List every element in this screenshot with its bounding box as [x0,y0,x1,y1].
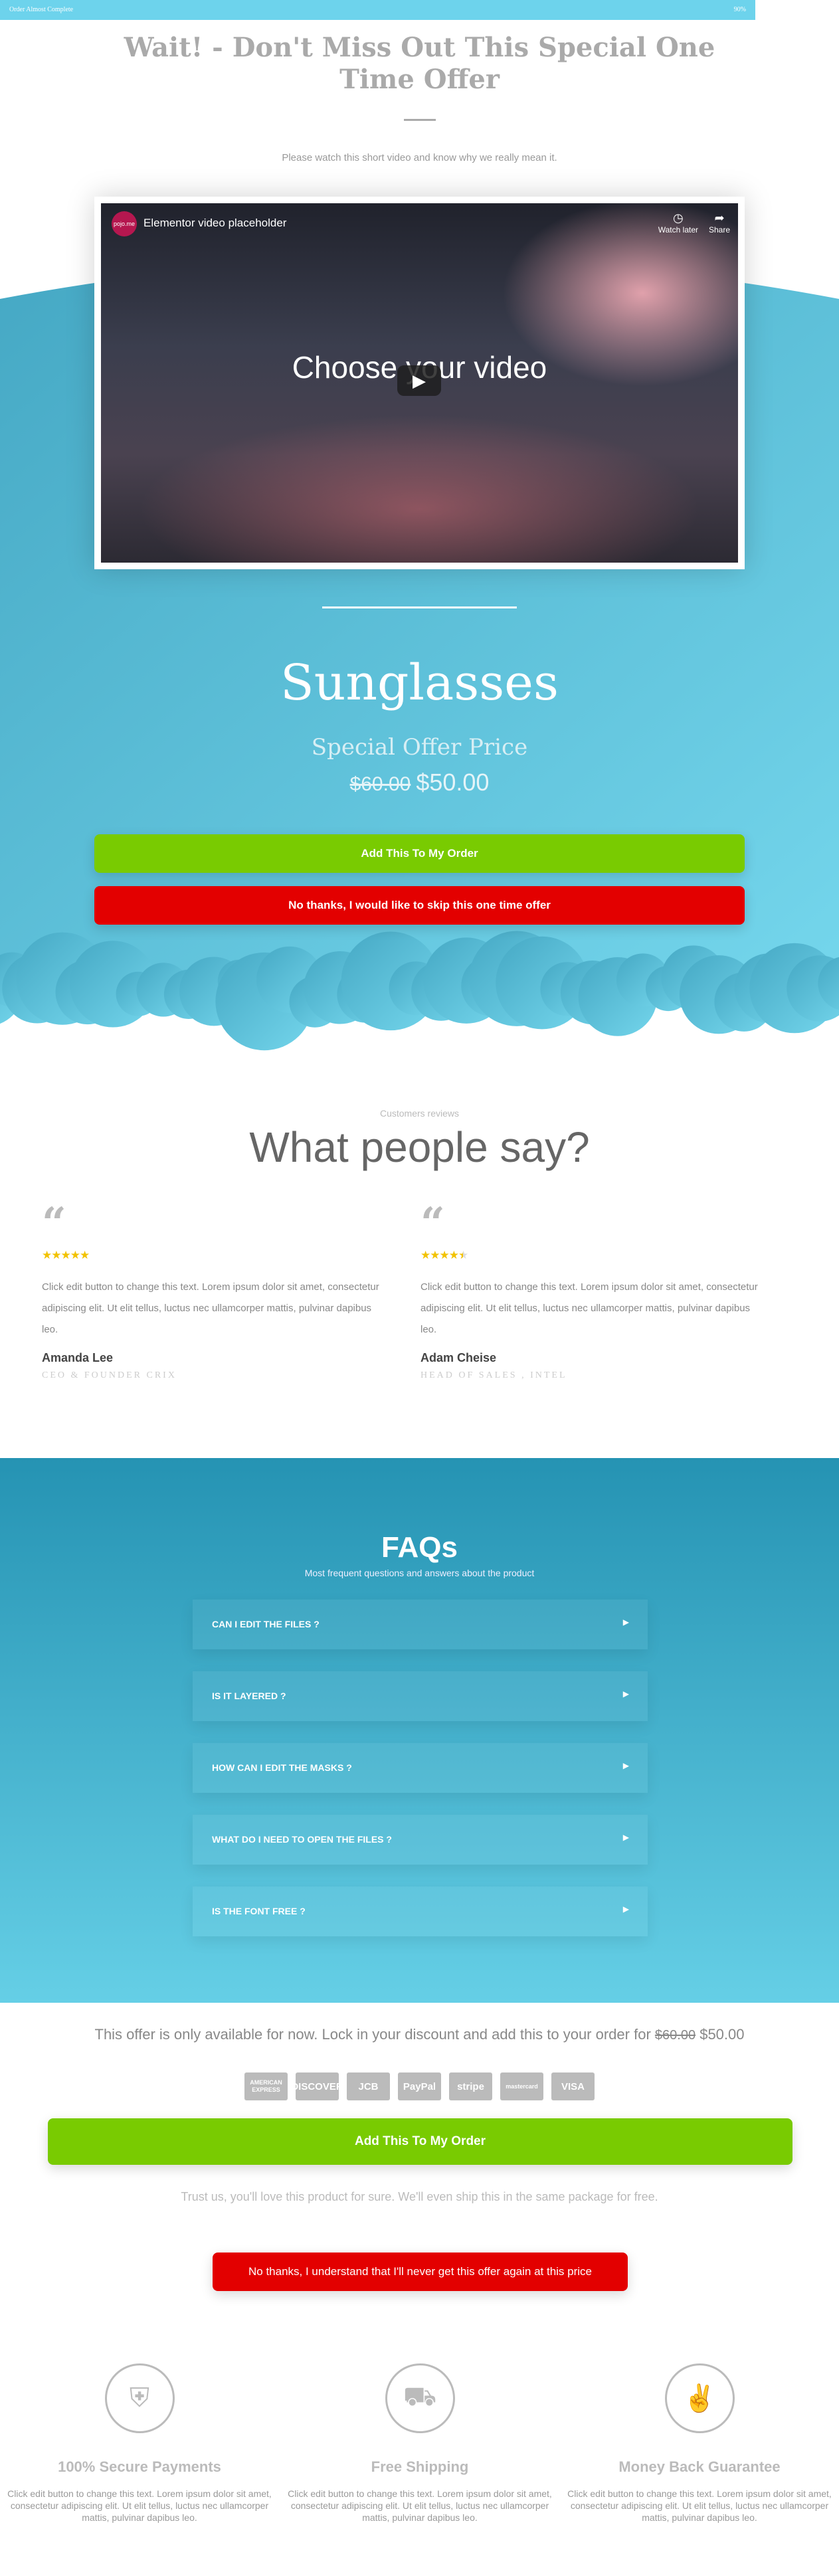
rating-stars: ★★★★★ [420,1249,468,1261]
quote-icon: “ [420,1202,445,1232]
faq-item[interactable]: CAN I EDIT THE FILES ? ▶ [193,1600,648,1649]
faq-item[interactable]: HOW CAN I EDIT THE MASKS ? ▶ [193,1743,648,1793]
offer-text: This offer is only available for now. Lo… [94,2026,651,2043]
faq-question: HOW CAN I EDIT THE MASKS ? [212,1762,352,1773]
reviews-title: What people say? [249,1123,590,1171]
faq-question: WHAT DO I NEED TO OPEN THE FILES ? [212,1834,392,1845]
payment-card-icon: mastercard [500,2072,543,2100]
caret-right-icon: ▶ [622,1761,629,1770]
feature-text: Click edit button to change this text. L… [567,2488,832,2523]
old-price: $60.00 [349,773,411,795]
caret-right-icon: ▶ [622,1833,629,1842]
page-subtitle: Please watch this short video and know w… [282,152,557,163]
faq-item[interactable]: WHAT DO I NEED TO OPEN THE FILES ? ▶ [193,1815,648,1865]
review-card: “ ★★★★★ Click edit button to change this… [42,1202,387,1381]
feature-free-shipping: ⛟ Free Shipping Click edit button to cha… [287,2363,553,2524]
faq-section: FAQs Most frequent questions and answers… [0,1458,839,2003]
video-frame: pojo.me Elementor video placeholder ◷ Wat… [94,197,745,569]
caret-right-icon: ▶ [622,1617,629,1627]
reviewer-name: Amanda Lee [42,1351,114,1364]
new-price: $50.00 [416,769,490,796]
video-title[interactable]: Elementor video placeholder [143,217,286,230]
payment-card-icon: stripe [449,2072,492,2100]
payment-card-icon: VISA [551,2072,595,2100]
reviewer-role: HEAD OF SALES , INTEL [420,1370,567,1380]
payment-card-icon: PayPal [398,2072,441,2100]
feature-title: Free Shipping [371,2458,469,2475]
feature-title: Money Back Guarantee [618,2458,781,2475]
review-text: Click edit button to change this text. L… [420,1281,758,1335]
channel-logo[interactable]: pojo.me [112,211,137,236]
order-progress-bar: Order Almost Complete 90% [0,0,755,20]
skip-offer-button-bottom[interactable]: No thanks, I understand that I'll never … [213,2253,628,2291]
feature-text: Click edit button to change this text. L… [7,2488,272,2523]
play-button[interactable]: ▶ [397,365,441,396]
feature-title: 100% Secure Payments [58,2458,221,2475]
faq-subtitle: Most frequent questions and answers abou… [304,1568,535,1578]
video-player[interactable]: pojo.me Elementor video placeholder ◷ Wat… [101,203,738,563]
new-price: $50.00 [699,2026,745,2043]
faq-title: FAQs [381,1531,458,1564]
feature-text: Click edit button to change this text. L… [288,2488,552,2523]
feature-secure-payments: ⛨ 100% Secure Payments Click edit button… [7,2363,272,2524]
payment-card-icon: JCB [347,2072,390,2100]
share-icon: ➦ [714,211,725,225]
payment-card-icon: AMERICAN EXPRESS [244,2072,288,2100]
divider [322,606,517,608]
watch-later-button[interactable]: ◷ Watch later [658,211,698,234]
payment-card-icon: DISCOVER [291,2072,343,2100]
caret-right-icon: ▶ [622,1904,629,1914]
faq-item[interactable]: IS THE FONT FREE ? ▶ [193,1886,648,1936]
progress-percent: 90% [733,6,746,13]
share-label: Share [708,225,730,234]
price: $60.00 $50.00 [0,769,839,796]
faq-question: IS IT LAYERED ? [212,1691,286,1701]
clock-icon: ◷ [673,211,684,225]
payment-cards: AMERICAN EXPRESS DISCOVER JCB PayPal stripe m… [244,2072,595,2100]
faq-question: IS THE FONT FREE ? [212,1906,306,1916]
shield-icon: ⛨ [104,2363,175,2433]
progress-label: Order Almost Complete [9,6,74,13]
caret-right-icon: ▶ [622,1689,629,1699]
add-to-order-button[interactable]: Add This To My Order [94,834,745,873]
trust-text: Trust us, you'll love this product for s… [181,2190,658,2203]
faq-item[interactable]: IS IT LAYERED ? ▶ [193,1671,648,1721]
reviewer-role: CEO & FOUNDER CRIX [42,1370,177,1380]
divider [404,119,436,121]
feature-money-back: ✌ Money Back Guarantee Click edit button… [567,2363,832,2524]
review-card: “ ★★★★★ Click edit button to change this… [420,1202,766,1381]
truck-icon: ⛟ [385,2363,455,2433]
watch-later-label: Watch later [658,225,698,234]
reviewer-name: Adam Cheise [420,1351,497,1364]
faq-question: CAN I EDIT THE FILES ? [212,1619,320,1629]
old-price: $60.00 [654,2028,696,2043]
reviews-kicker: Customers reviews [379,1108,460,1119]
hand-peace-icon: ✌ [664,2363,735,2433]
page-title: Wait! - Don't Miss Out This Special One … [124,32,715,95]
play-icon: ▶ [413,371,426,391]
product-name: Sunglasses [280,654,559,711]
closing-offer-text: This offer is only available for now. Lo… [0,2026,839,2043]
review-text: Click edit button to change this text. L… [42,1281,379,1335]
skip-offer-button[interactable]: No thanks, I would like to skip this one… [94,886,745,925]
rating-stars: ★★★★★ [42,1249,90,1261]
offer-label: Special Offer Price [311,734,528,761]
add-to-order-button-bottom[interactable]: Add This To My Order [48,2118,792,2165]
share-button[interactable]: ➦ Share [709,211,730,234]
quote-icon: “ [42,1202,66,1232]
